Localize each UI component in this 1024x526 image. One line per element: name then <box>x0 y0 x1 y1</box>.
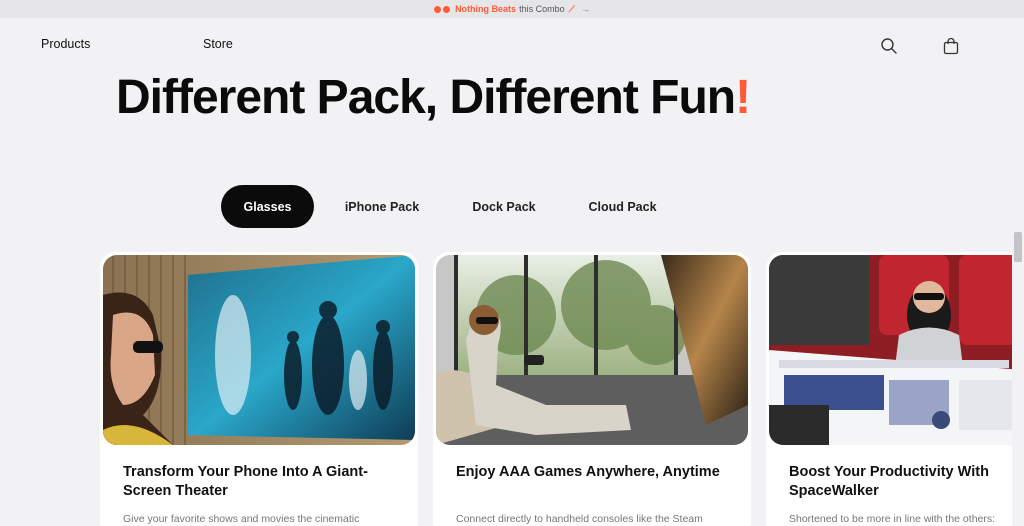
sparkle-icon: ⟋ <box>568 3 575 14</box>
promo-banner[interactable]: Nothing Beats this Combo ⟋ → <box>0 0 1024 18</box>
nav-products-link[interactable]: Products <box>41 37 90 51</box>
tab-glasses[interactable]: Glasses <box>221 185 314 228</box>
card-description: Shortened to be more in line with the ot… <box>789 513 996 525</box>
card-image-gaming <box>436 255 748 445</box>
hero-title: Different Pack, Different Fun! <box>116 70 751 125</box>
card-image-productivity <box>769 255 1024 445</box>
arrow-right-icon[interactable]: → <box>581 4 590 14</box>
search-icon[interactable] <box>880 37 898 55</box>
card-title: Transform Your Phone Into A Giant-Screen… <box>123 464 368 499</box>
promo-dot-icon <box>443 5 451 13</box>
pack-tabs: Glasses iPhone Pack Dock Pack Cloud Pack <box>221 185 687 228</box>
page: Nothing Beats this Combo ⟋ → Products St… <box>0 0 1024 526</box>
card-title: Enjoy AAA Games Anywhere, Anytime <box>456 464 720 480</box>
hero-title-text: Different Pack, Different Fun <box>116 71 736 124</box>
tab-iphone-pack[interactable]: iPhone Pack <box>314 185 450 228</box>
promo-text: this Combo <box>519 4 565 14</box>
scrollbar-thumb[interactable] <box>1014 232 1022 262</box>
promo-accent-text: Nothing Beats <box>455 4 517 14</box>
feature-card-gaming[interactable]: Enjoy AAA Games Anywhere, Anytime Connec… <box>433 252 751 526</box>
card-title: Boost Your Productivity With SpaceWalker <box>789 464 989 499</box>
tab-cloud-pack[interactable]: Cloud Pack <box>558 185 687 228</box>
tab-dock-pack[interactable]: Dock Pack <box>450 185 558 228</box>
hero-exclamation: ! <box>735 71 751 124</box>
promo-dot-icon <box>434 5 442 13</box>
card-image-theater <box>103 255 415 445</box>
card-description: Give your favorite shows and movies the … <box>123 513 360 525</box>
shopping-bag-icon[interactable] <box>942 37 960 55</box>
nav-store-link[interactable]: Store <box>203 37 233 51</box>
top-nav: Products Store <box>0 18 1024 73</box>
feature-card-theater[interactable]: Transform Your Phone Into A Giant-Screen… <box>100 252 418 526</box>
feature-card-productivity[interactable]: Boost Your Productivity With SpaceWalker… <box>766 252 1024 526</box>
page-scrollbar[interactable] <box>1012 18 1024 526</box>
card-description: Connect directly to handheld consoles li… <box>456 513 703 525</box>
